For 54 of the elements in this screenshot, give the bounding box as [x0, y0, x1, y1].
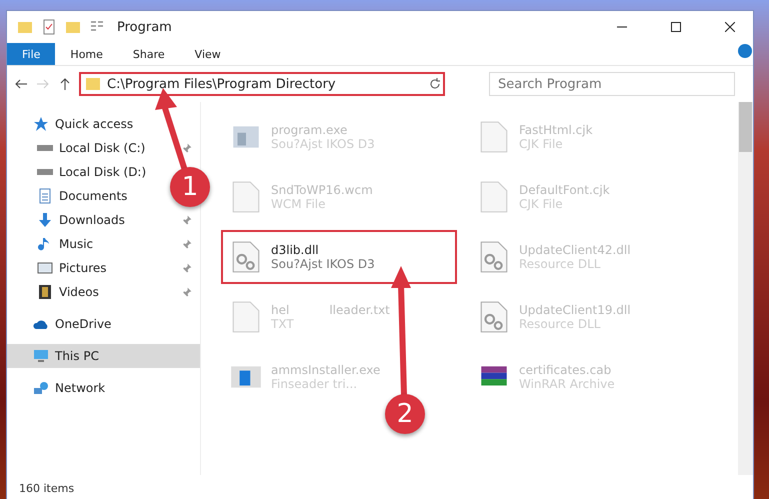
search-field[interactable]: Search Program	[489, 72, 735, 96]
drive-icon	[37, 145, 53, 151]
drive-icon	[37, 169, 53, 175]
sidebar-item[interactable]: Local Disk (C:)	[59, 141, 146, 155]
file-name: certificates.cab	[519, 363, 612, 377]
properties-icon	[41, 19, 57, 35]
file-name: FastHtml.cjk	[519, 123, 593, 137]
ribbon-tab[interactable]: Share	[118, 43, 180, 65]
address-bar[interactable]: C:\Program Files\Program Directory	[79, 72, 445, 96]
folder-icon	[17, 19, 33, 35]
star-icon	[33, 116, 49, 132]
folder-icon	[85, 76, 101, 92]
sidebar-item[interactable]: Downloads	[59, 213, 125, 227]
close-icon	[725, 22, 735, 32]
sidebar-item[interactable]: OneDrive	[55, 317, 112, 331]
file-name: lleader.txt	[329, 303, 390, 317]
item-count: 160 items	[19, 482, 74, 494]
monitor-icon	[33, 348, 49, 364]
pin-icon[interactable]	[182, 215, 192, 225]
sidebar-item[interactable]: Videos	[59, 285, 99, 299]
file-menu-tab[interactable]: File	[7, 43, 56, 65]
window-title: Program	[117, 20, 173, 34]
file-name: program.exe	[271, 123, 348, 137]
file-name: UpdateClient42.dll	[519, 243, 631, 257]
sidebar-item[interactable]: Network	[55, 381, 106, 395]
picture-icon	[37, 260, 53, 276]
pin-icon[interactable]	[182, 287, 192, 297]
sidebar-item[interactable]: Pictures	[59, 261, 107, 275]
minimize-icon	[617, 26, 627, 28]
down-arrow-icon	[37, 212, 53, 228]
sidebar-item[interactable]: Music	[59, 237, 94, 251]
pin-icon[interactable]	[182, 239, 192, 249]
file-name: d3lib.dll	[271, 243, 319, 257]
file-name: hel	[271, 303, 290, 317]
film-icon	[37, 284, 53, 300]
network-icon	[33, 380, 49, 396]
sidebar-item[interactable]: Local Disk (D:)	[59, 165, 146, 179]
file-name: ammsInstaller.exe	[271, 363, 380, 377]
sidebar-item[interactable]: This PC	[55, 349, 99, 363]
pin-icon[interactable]	[182, 143, 192, 153]
new-folder-icon	[65, 19, 81, 35]
sidebar-item[interactable]: Documents	[59, 189, 128, 203]
sidebar-item[interactable]: Quick access	[55, 117, 134, 131]
file-name: UpdateClient19.dll	[519, 303, 631, 317]
file-name: DefaultFont.cjk	[519, 183, 610, 197]
document-icon	[37, 188, 53, 204]
ribbon-tab[interactable]: View	[180, 43, 236, 65]
ribbon-tab[interactable]: Home	[55, 43, 118, 65]
pin-icon[interactable]	[182, 263, 192, 273]
file-name: SndToWP16.wcm	[271, 183, 373, 197]
file-item[interactable]: d3lib.dll Sou?Ajst IKOS D3	[221, 230, 457, 284]
maximize-icon	[671, 22, 681, 32]
file-type: Sou?Ajst IKOS D3	[271, 257, 375, 271]
scrollbar[interactable]	[738, 102, 753, 475]
